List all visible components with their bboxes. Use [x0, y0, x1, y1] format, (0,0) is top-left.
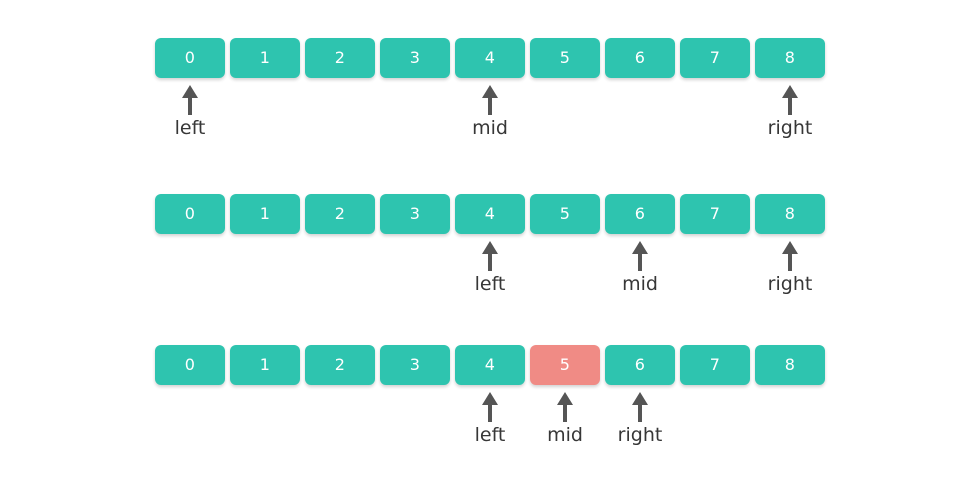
array-cell[interactable]: 5	[530, 38, 600, 78]
array-cell-value: 8	[784, 48, 796, 67]
array-cell-value: 5	[559, 204, 571, 223]
pointer-label: left	[474, 273, 506, 295]
array-cell[interactable]: 2	[305, 38, 375, 78]
array-cell[interactable]: 0	[155, 194, 225, 234]
pointer-label: right	[767, 117, 813, 139]
array-cell-value: 0	[184, 355, 196, 374]
array-cell-value: 4	[484, 48, 496, 67]
array-cell[interactable]: 8	[755, 345, 825, 385]
pointer-mid: mid	[595, 241, 685, 295]
array-cell[interactable]: 1	[230, 345, 300, 385]
array-cell-value: 5	[559, 48, 571, 67]
arrow-up-icon	[595, 392, 685, 422]
array-cell[interactable]: 1	[230, 38, 300, 78]
arrow-up-icon	[445, 85, 535, 115]
array-cell-value: 3	[409, 48, 421, 67]
array-cell[interactable]: 8	[755, 194, 825, 234]
array-cell-value: 1	[259, 204, 271, 223]
pointer-left: left	[145, 85, 235, 139]
array-cell[interactable]: 6	[605, 345, 675, 385]
pointer-left: left	[445, 241, 535, 295]
pointer-label: mid	[622, 273, 658, 295]
array-cell-value: 3	[409, 355, 421, 374]
array-cell-value: 1	[259, 48, 271, 67]
array-cell-value: 8	[784, 204, 796, 223]
array-cell[interactable]: 6	[605, 38, 675, 78]
array-cell-value: 3	[409, 204, 421, 223]
pointer-right: right	[745, 241, 835, 295]
arrow-up-icon	[445, 241, 535, 271]
array-cell[interactable]: 4	[455, 194, 525, 234]
array-cell-value: 7	[709, 48, 721, 67]
array-cell-value: 6	[634, 204, 646, 223]
array-cell[interactable]: 0	[155, 38, 225, 78]
array-cell[interactable]: 5	[530, 345, 600, 385]
arrow-up-icon	[145, 85, 235, 115]
array-cell-value: 6	[634, 48, 646, 67]
pointer-mid: mid	[445, 85, 535, 139]
array-cell-value: 8	[784, 355, 796, 374]
array-cell-value: 2	[334, 204, 346, 223]
pointer-label: right	[617, 424, 663, 446]
array-cell-value: 0	[184, 48, 196, 67]
array-cell-value: 2	[334, 355, 346, 374]
array-cell[interactable]: 3	[380, 38, 450, 78]
array-cell[interactable]: 8	[755, 38, 825, 78]
array-cell-value: 0	[184, 204, 196, 223]
array-cell-value: 1	[259, 355, 271, 374]
pointer-right: right	[595, 392, 685, 446]
array-cell[interactable]: 7	[680, 194, 750, 234]
array-cell-value: 5	[559, 355, 571, 374]
arrow-up-icon	[745, 241, 835, 271]
array-cell[interactable]: 3	[380, 345, 450, 385]
array-cell[interactable]: 1	[230, 194, 300, 234]
array-cell-value: 7	[709, 355, 721, 374]
array-cell[interactable]: 5	[530, 194, 600, 234]
pointer-label: mid	[472, 117, 508, 139]
array-cell[interactable]: 2	[305, 194, 375, 234]
array-cell[interactable]: 0	[155, 345, 225, 385]
pointer-right: right	[745, 85, 835, 139]
array-cell[interactable]: 7	[680, 38, 750, 78]
array-cell[interactable]: 4	[455, 345, 525, 385]
array-cell[interactable]: 3	[380, 194, 450, 234]
pointer-label: left	[174, 117, 206, 139]
array-cell[interactable]: 7	[680, 345, 750, 385]
array-cell-value: 2	[334, 48, 346, 67]
binary-search-diagram: 0 1 2 3 4 5 6 7 8 left mid right 0 1 2 3 4 5 6 7 8 left mid rig…	[0, 0, 980, 500]
array-cell[interactable]: 6	[605, 194, 675, 234]
pointer-label: right	[767, 273, 813, 295]
array-cell-value: 6	[634, 355, 646, 374]
array-cell-value: 4	[484, 204, 496, 223]
arrow-up-icon	[595, 241, 685, 271]
array-cell[interactable]: 2	[305, 345, 375, 385]
array-cell-value: 4	[484, 355, 496, 374]
array-cell[interactable]: 4	[455, 38, 525, 78]
array-cell-value: 7	[709, 204, 721, 223]
arrow-up-icon	[745, 85, 835, 115]
